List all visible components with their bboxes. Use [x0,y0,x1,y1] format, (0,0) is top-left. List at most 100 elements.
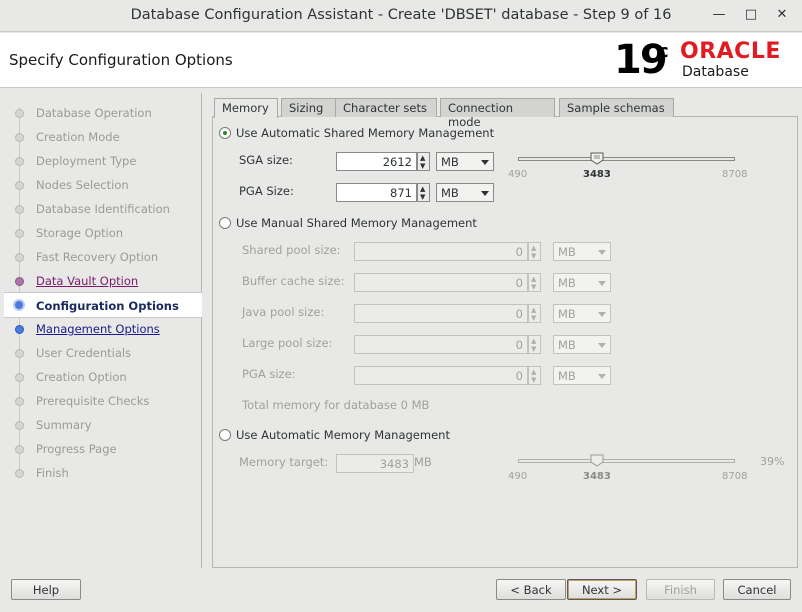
brand-product: Database [682,64,749,80]
shared-pool-label: Shared pool size: [242,243,341,257]
buffer-cache-spinner[interactable]: ▲ ▼ [528,273,541,292]
java-pool-unit-select[interactable]: MB [553,304,611,323]
sga-size-spinner[interactable]: ▲ ▼ [417,152,430,171]
step-summary: Summary [4,413,202,437]
manual-pga-unit-select[interactable]: MB [553,366,611,385]
step-data-vault-option[interactable]: Data Vault Option [4,269,202,293]
amm-label[interactable]: Use Automatic Memory Management [236,428,450,442]
step-deployment-type: Deployment Type [4,149,202,173]
amm-slider-max: 8708 [722,471,748,482]
chevron-down-icon [598,343,606,348]
tab-sizing[interactable]: Sizing [281,98,338,117]
manual-radio[interactable] [219,217,231,229]
tab-sample-schemas[interactable]: Sample schemas [559,98,674,117]
step-storage-option: Storage Option [4,221,202,245]
total-memory-label: Total memory for database 0 MB [242,398,430,412]
minimize-icon[interactable]: — [712,8,726,22]
shared-pool-spinner[interactable]: ▲ ▼ [528,242,541,261]
buffer-cache-unit-select[interactable]: MB [553,273,611,292]
step-current-icon [13,299,25,311]
sga-size-input[interactable]: 2612 [336,152,417,171]
buffer-cache-input[interactable]: 0 [354,273,528,292]
large-pool-spinner[interactable]: ▲ ▼ [528,335,541,354]
java-pool-label: Java pool size: [242,305,325,319]
step-dot-icon [15,445,24,454]
asmm-radio[interactable] [219,127,231,139]
step-user-credentials: User Credentials [4,341,202,365]
manual-pga-label: PGA size: [242,367,296,381]
step-database-identification: Database Identification [4,197,202,221]
brand-suffix: c [658,41,669,62]
pga-unit-select[interactable]: MB [436,183,494,202]
amm-radio[interactable] [219,429,231,441]
finish-button[interactable]: Finish [646,579,715,600]
step-fast-recovery-option: Fast Recovery Option [4,245,202,269]
pga-size-spinner[interactable]: ▲ ▼ [417,183,430,202]
next-button[interactable]: Next > [567,579,637,600]
tab-memory[interactable]: Memory [214,98,278,118]
step-finish: Finish [4,461,202,485]
step-progress-page: Progress Page [4,437,202,461]
step-dot-icon [15,157,24,166]
chevron-down-icon [481,160,489,165]
step-dot-icon [15,349,24,358]
step-configuration-options: Configuration Options [4,292,202,318]
asmm-label[interactable]: Use Automatic Shared Memory Management [236,126,494,140]
sga-unit-select[interactable]: MB [436,152,494,171]
step-management-options[interactable]: Management Options [4,317,202,341]
manual-pga-input[interactable]: 0 [354,366,528,385]
step-dot-icon [15,253,24,262]
buffer-cache-label: Buffer cache size: [242,274,345,288]
asmm-slider-thumb[interactable] [590,152,604,165]
maximize-icon[interactable]: □ [744,8,758,22]
large-pool-unit-select[interactable]: MB [553,335,611,354]
java-pool-input[interactable]: 0 [354,304,528,323]
large-pool-label: Large pool size: [242,336,333,350]
java-pool-spinner[interactable]: ▲ ▼ [528,304,541,323]
help-button[interactable]: Help [11,579,81,600]
tab-connection-mode[interactable]: Connection mode [440,98,555,129]
manual-pga-spinner[interactable]: ▲ ▼ [528,366,541,385]
step-dot-icon [15,181,24,190]
memory-target-input[interactable]: 3483 [336,454,414,473]
page-header: Specify Configuration Options 19 c ORACL… [0,33,802,88]
step-dot-icon [15,469,24,478]
amm-slider-value: 3483 [583,471,611,482]
pga-size-input[interactable]: 871 [336,183,417,202]
memory-target-unit: MB [414,455,432,469]
sga-size-label: SGA size: [239,153,293,167]
back-button[interactable]: < Back [496,579,566,600]
chevron-down-icon [598,281,606,286]
amm-slider-min: 490 [508,471,528,482]
amm-slider-track[interactable] [518,459,735,463]
close-icon[interactable]: ✕ [775,8,789,22]
asmm-slider-min: 490 [508,169,528,180]
steps-sidebar: Database Operation Creation Mode Deploym… [4,93,202,568]
large-pool-input[interactable]: 0 [354,335,528,354]
pga-size-label: PGA Size: [239,184,294,198]
asmm-slider-track[interactable] [518,157,735,161]
step-dot-icon [15,397,24,406]
tab-character-sets[interactable]: Character sets [335,98,437,117]
step-dot-icon [15,205,24,214]
window-titlebar: Database Configuration Assistant - Creat… [0,0,802,32]
shared-pool-unit-select[interactable]: MB [553,242,611,261]
step-database-operation: Database Operation [4,101,202,125]
chevron-down-icon [598,312,606,317]
step-dot-icon [15,133,24,142]
step-dot-icon [15,109,24,118]
step-prerequisite-checks: Prerequisite Checks [4,389,202,413]
memory-target-label: Memory target: [239,455,329,469]
page-title: Specify Configuration Options [9,51,233,69]
asmm-slider-value: 3483 [583,169,611,180]
step-creation-option: Creation Option [4,365,202,389]
amm-slider-thumb[interactable] [590,454,604,467]
chevron-down-icon [598,250,606,255]
window-title: Database Configuration Assistant - Creat… [130,7,672,23]
cancel-button[interactable]: Cancel [723,579,791,600]
step-dot-icon [15,229,24,238]
step-dot-icon [15,277,24,286]
shared-pool-input[interactable]: 0 [354,242,528,261]
manual-label[interactable]: Use Manual Shared Memory Management [236,216,477,230]
amm-percent: 39% [760,455,785,468]
